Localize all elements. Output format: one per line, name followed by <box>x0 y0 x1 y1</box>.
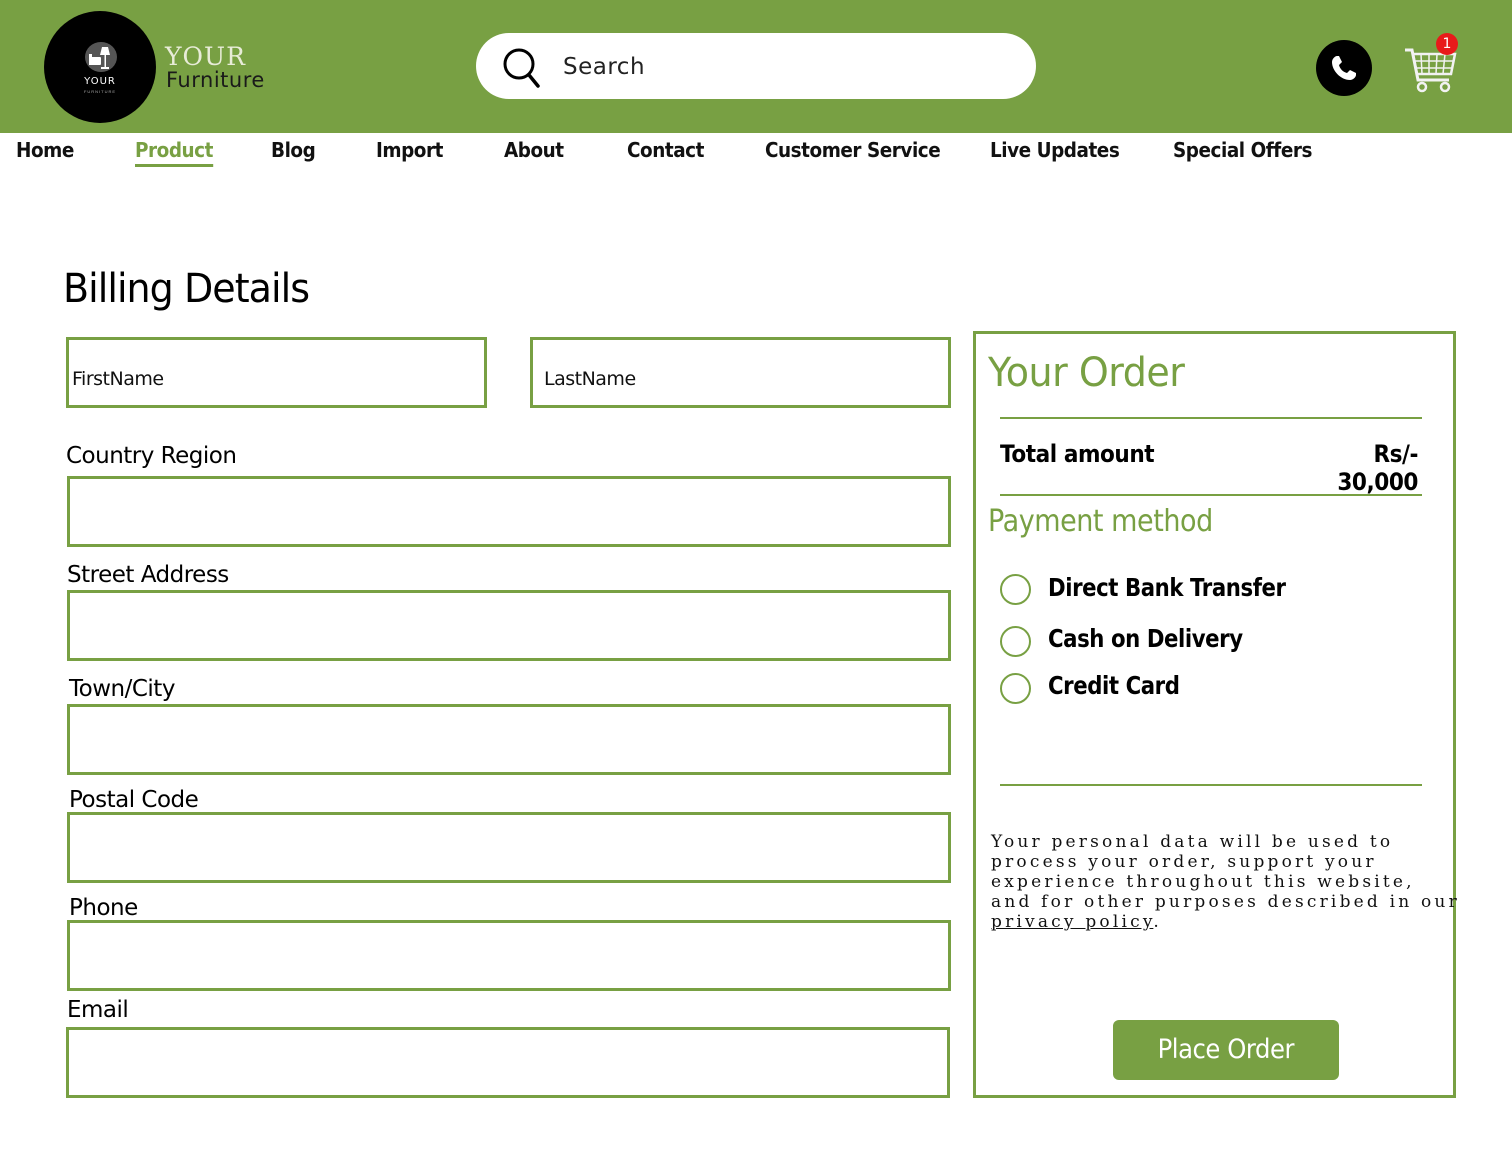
nav-item-product[interactable]: Product <box>135 138 213 167</box>
total-label: Total amount <box>1000 440 1155 468</box>
town-input[interactable] <box>70 707 948 772</box>
privacy-policy-link[interactable]: privacy policy <box>991 912 1153 932</box>
email-input[interactable] <box>69 1030 947 1095</box>
search-input[interactable] <box>563 54 1003 80</box>
total-value: Rs/- 30,000 <box>1337 440 1418 496</box>
email-label: Email <box>67 997 129 1023</box>
nav-item-blog[interactable]: Blog <box>271 138 316 162</box>
privacy-notice: Your personal data will be used to proce… <box>991 832 1461 932</box>
divider <box>1000 417 1422 419</box>
privacy-text: Your personal data will be used to proce… <box>991 832 1460 912</box>
phone-icon <box>1332 56 1356 80</box>
postal-label: Postal Code <box>69 787 199 813</box>
place-order-label: Place Order <box>1157 1034 1295 1065</box>
search-icon[interactable] <box>502 46 542 90</box>
street-field[interactable] <box>67 590 951 661</box>
town-field[interactable] <box>67 704 951 775</box>
order-title: Your Order <box>988 350 1185 396</box>
last-name-input[interactable] <box>533 340 948 405</box>
privacy-end: . <box>1153 912 1162 932</box>
nav-item-contact[interactable]: Contact <box>627 138 704 162</box>
billing-title: Billing Details <box>63 266 310 312</box>
nav-item-import[interactable]: Import <box>376 138 443 162</box>
payment-option-label[interactable]: Direct Bank Transfer <box>1048 573 1286 602</box>
radio-direct-bank-transfer[interactable] <box>1000 574 1031 605</box>
first-name-field[interactable] <box>66 337 487 408</box>
lamp-icon <box>85 42 117 72</box>
first-name-input[interactable] <box>69 340 484 405</box>
phone-input[interactable] <box>70 923 948 988</box>
country-label: Country Region <box>66 443 237 469</box>
nav-item-special-offers[interactable]: Special Offers <box>1173 138 1312 162</box>
nav-item-home[interactable]: Home <box>16 138 74 162</box>
phone-button[interactable] <box>1316 40 1372 96</box>
radio-credit-card[interactable] <box>1000 673 1031 704</box>
nav-item-live-updates[interactable]: Live Updates <box>990 138 1120 162</box>
logo-subtext: FURNITURE <box>83 89 117 94</box>
nav-item-customer-service[interactable]: Customer Service <box>765 138 941 162</box>
street-label: Street Address <box>67 562 229 588</box>
radio-cash-on-delivery[interactable] <box>1000 626 1031 657</box>
street-input[interactable] <box>70 593 948 658</box>
country-input[interactable] <box>70 479 948 544</box>
payment-option-label[interactable]: Cash on Delivery <box>1048 624 1243 653</box>
phone-field[interactable] <box>67 920 951 991</box>
brand-name-top: YOUR <box>165 42 246 71</box>
last-name-field[interactable] <box>530 337 951 408</box>
payment-method-title: Payment method <box>988 504 1213 539</box>
postal-field[interactable] <box>67 812 951 883</box>
country-field[interactable] <box>67 476 951 547</box>
cart-count-badge: 1 <box>1436 33 1458 55</box>
logo-text: YOUR <box>84 76 116 87</box>
place-order-button[interactable]: Place Order <box>1113 1020 1339 1080</box>
brand-name-bottom: Furniture <box>166 68 265 92</box>
postal-input[interactable] <box>70 815 948 880</box>
divider <box>1000 494 1422 496</box>
email-field[interactable] <box>66 1027 950 1098</box>
divider <box>1000 784 1422 786</box>
payment-option-label[interactable]: Credit Card <box>1048 671 1180 700</box>
phone-label: Phone <box>69 895 138 921</box>
town-label: Town/City <box>69 676 175 702</box>
nav-item-about[interactable]: About <box>504 138 564 162</box>
